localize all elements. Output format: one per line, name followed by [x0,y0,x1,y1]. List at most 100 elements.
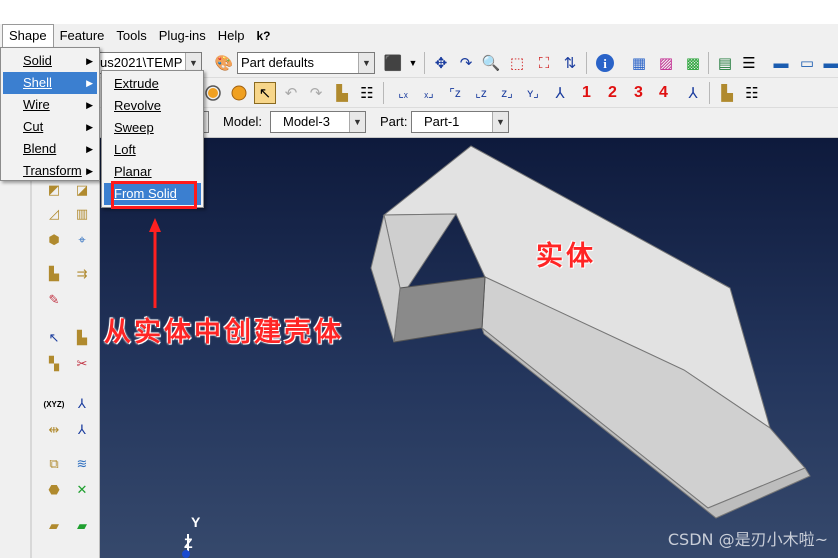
wire-tool-icon[interactable]: ⧉ [42,452,66,476]
title-strip [0,0,838,24]
datum-csys-icon[interactable]: ⅄ [70,418,94,442]
remove-face-icon[interactable]: ✂ [70,352,94,376]
shell-loft[interactable]: Loft [104,139,201,161]
view-split-icon[interactable]: ▬ [820,52,838,74]
view-bottom-icon[interactable]: ⌞z [470,82,492,104]
datum-plane-icon[interactable]: ⇹ [42,418,66,442]
datum-icon[interactable]: ▙ [331,82,353,104]
user-view-2[interactable]: 2 [608,82,617,104]
shape-menu-blend[interactable]: Blend ▶ [3,138,97,160]
orange-sphere-icon[interactable] [202,82,224,104]
chevron-down-icon[interactable]: ▼ [358,53,374,73]
shell-planar[interactable]: Planar [104,161,201,183]
dropdown-arrow-icon[interactable]: ▼ [402,52,424,74]
model-combo[interactable]: Model-3 ▼ [270,111,366,133]
annotation-arrow-head [149,218,161,232]
solid-tool-icon[interactable]: ⬢ [42,228,66,252]
shape-menu-cut[interactable]: Cut ▶ [3,116,97,138]
menu-tools[interactable]: Tools [110,25,152,47]
sketch-tool-icon[interactable]: ▰ [42,514,66,538]
auto-fit-icon[interactable]: ⛶ [533,52,555,74]
whats-this-help-icon[interactable]: k? [250,25,276,47]
table-icon[interactable]: ☰ [738,52,760,74]
view-iso-icon[interactable]: ⅄ [549,82,571,104]
shape-menu-transform[interactable]: Transform ▶ [3,160,97,182]
excel-icon[interactable]: ▤ [714,52,736,74]
view-back-icon[interactable]: ₓ⌟ [418,82,440,104]
datum-tool-icon[interactable]: ⌖ [70,228,94,252]
partition-face-icon[interactable]: ⇉ [70,262,94,286]
triad-icon[interactable]: ⅄ [682,82,704,104]
partition-edge-icon[interactable]: ▙ [42,262,66,286]
edit-tool-icon[interactable]: ✎ [42,288,66,312]
redo-icon[interactable]: ↷ [305,82,327,104]
annotation-highlight-box [111,181,197,209]
datum-axis-icon[interactable]: ⅄ [70,392,94,416]
shaded-icon[interactable]: ▩ [682,52,704,74]
query-tool-icon[interactable]: ↖ [42,326,66,350]
separator [424,52,425,74]
cycle-views-icon[interactable]: ⇅ [559,52,581,74]
table-view-icon[interactable]: ☷ [741,82,763,104]
wireframe-icon[interactable]: ▦ [628,52,650,74]
submenu-arrow-icon: ▶ [86,166,93,176]
menu-feature[interactable]: Feature [54,25,111,47]
menu-shape[interactable]: Shape [2,24,54,48]
box-zoom-icon[interactable]: ⬚ [506,52,528,74]
shape-menu-wire[interactable]: Wire ▶ [3,94,97,116]
mesh-tool-icon[interactable]: ▰ [70,514,94,538]
menu-bar: Shape Feature Tools Plug-ins Help k? [0,24,838,48]
menu-help[interactable]: Help [212,25,251,47]
partition-icon[interactable]: ▙ [716,82,738,104]
pan-icon[interactable]: ✥ [430,52,452,74]
separator [708,52,709,74]
view-tile-icon[interactable]: ▭ [796,52,818,74]
datum-point-icon[interactable]: (XYZ) [42,392,66,416]
view-top-icon[interactable]: ⌜z [444,82,466,104]
user-view-1[interactable]: 1 [582,82,591,104]
triad-y-label: Y [191,514,201,530]
view-front-icon[interactable]: ⌞ₓ [392,82,414,104]
query-info-icon[interactable]: i [594,52,616,74]
shell-tool-icon[interactable]: ⬣ [42,478,66,502]
toolbox-divider [30,138,32,558]
tools-icon[interactable]: ✕ [70,478,94,502]
view-right-icon[interactable]: ʏ⌟ [522,82,544,104]
chevron-down-icon[interactable]: ▼ [492,112,508,132]
solid-annotation: 实体 [536,241,596,272]
cut-tool-icon[interactable]: ◿ [42,202,66,226]
menu-plugins[interactable]: Plug-ins [153,25,212,47]
cube-view-icon[interactable]: ⬛ [382,52,404,74]
shape-menu-shell[interactable]: Shell ▶ [3,72,97,94]
zoom-icon[interactable]: 🔍 [480,52,502,74]
part-combo[interactable]: Part-1 ▼ [411,111,509,133]
shell-sweep[interactable]: Sweep [104,117,201,139]
merge-tool-icon[interactable]: ▚ [42,352,66,376]
svg-text:i: i [603,56,607,71]
rotate-icon[interactable]: ↷ [455,52,477,74]
shape-menu-solid[interactable]: Solid ▶ [3,50,97,72]
sphere-icon[interactable] [228,82,250,104]
user-view-4[interactable]: 4 [659,82,668,104]
palette-icon[interactable]: 🎨 [213,52,235,74]
view-layout-icon[interactable]: ▬ [770,52,792,74]
blend-tool-icon[interactable]: ▥ [70,202,94,226]
shell-revolve[interactable]: Revolve [104,95,201,117]
hidden-line-icon[interactable]: ▨ [655,52,677,74]
undo-icon[interactable]: ↶ [280,82,302,104]
watermark: CSDN @是刃小木啦~ [667,530,828,549]
separator [383,82,384,104]
triad-origin [182,550,190,558]
user-view-3[interactable]: 3 [634,82,643,104]
solid-end-face [393,276,486,343]
list-icon[interactable]: ☷ [356,82,378,104]
chevron-down-icon[interactable]: ▼ [349,112,365,132]
select-arrow-icon[interactable]: ↖ [254,82,276,104]
render-style-combo[interactable]: Part defaults ▼ [237,52,375,74]
submenu-arrow-icon: ▶ [86,78,93,88]
shell-extrude[interactable]: Extrude [104,73,201,95]
spline-tool-icon[interactable]: ≋ [70,452,94,476]
view-left-icon[interactable]: z⌟ [496,82,518,104]
repair-tool-icon[interactable]: ▙ [70,326,94,350]
separator [586,52,587,74]
